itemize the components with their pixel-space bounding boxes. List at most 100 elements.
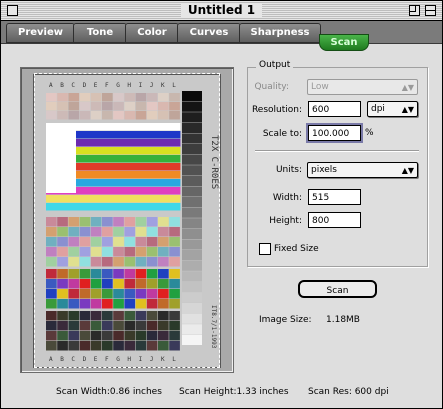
title-bar[interactable]: Untitled 1 xyxy=(1,1,442,21)
color-patch xyxy=(146,111,158,120)
color-patch xyxy=(146,279,158,289)
color-patch xyxy=(113,227,124,237)
color-patch xyxy=(135,111,147,120)
resolution-input[interactable]: 600 xyxy=(308,101,361,117)
color-patch xyxy=(113,111,124,120)
color-patch xyxy=(124,331,136,341)
color-patch xyxy=(135,311,147,321)
color-patch xyxy=(135,289,147,299)
color-patch xyxy=(124,341,136,351)
color-patch xyxy=(90,299,102,309)
divider xyxy=(255,150,419,151)
gray-step xyxy=(182,271,202,282)
edge-letter: L xyxy=(172,82,176,89)
color-patch xyxy=(102,299,113,309)
gray-step xyxy=(182,239,202,250)
units-select[interactable]: pixels ▲▼ xyxy=(307,162,418,178)
color-patch xyxy=(57,341,68,351)
color-patch xyxy=(57,93,68,102)
tab-preview[interactable]: Preview xyxy=(6,23,75,43)
color-patch xyxy=(46,102,57,111)
color-patch xyxy=(68,289,80,299)
edge-letter: H xyxy=(127,82,131,89)
color-patch xyxy=(124,299,136,309)
color-patch xyxy=(46,341,57,351)
color-patch xyxy=(90,289,102,299)
gray-step xyxy=(182,334,202,345)
edge-letter: B xyxy=(60,82,64,89)
edge-letter: G xyxy=(116,356,120,363)
color-patch xyxy=(146,93,158,102)
color-patch xyxy=(124,257,136,267)
gray-step xyxy=(182,197,202,208)
color-patch xyxy=(90,227,102,237)
color-patch xyxy=(68,311,80,321)
color-patch xyxy=(102,321,113,331)
color-patch xyxy=(68,111,80,120)
zoom-box-icon[interactable] xyxy=(409,5,420,16)
color-patch xyxy=(90,111,102,120)
fixed-size-checkbox[interactable] xyxy=(259,243,271,255)
color-patch xyxy=(113,279,124,289)
color-patch xyxy=(146,289,158,299)
tab-curves[interactable]: Curves xyxy=(177,23,241,43)
gray-step xyxy=(182,144,202,155)
fixed-size-label[interactable]: Fixed Size xyxy=(274,244,319,254)
color-patch xyxy=(102,227,113,237)
tab-sharpness[interactable]: Sharpness xyxy=(239,23,321,43)
color-patch xyxy=(90,341,102,351)
resolution-label: Resolution: xyxy=(251,105,302,115)
edge-letter: C xyxy=(71,82,75,89)
edge-letter: E xyxy=(94,356,98,363)
scale-input[interactable]: 100.000 xyxy=(306,123,363,143)
scan-button[interactable]: Scan xyxy=(298,280,377,298)
tab-color[interactable]: Color xyxy=(125,23,179,43)
gray-step xyxy=(182,292,202,303)
tab-scan[interactable]: Scan xyxy=(319,34,369,51)
edge-letter: L xyxy=(172,356,176,363)
height-input[interactable]: 800 xyxy=(308,212,361,228)
color-patch xyxy=(169,93,180,102)
color-patch xyxy=(102,257,113,267)
color-patch xyxy=(90,269,102,279)
width-input[interactable]: 515 xyxy=(308,189,361,205)
color-patch xyxy=(124,102,136,111)
edge-letter: K xyxy=(161,82,165,89)
color-patch xyxy=(90,257,102,267)
color-patch xyxy=(90,217,102,227)
color-patch xyxy=(57,247,68,257)
color-patch xyxy=(68,247,80,257)
color-patch xyxy=(169,102,180,111)
gray-step xyxy=(182,122,202,133)
color-patch xyxy=(158,257,169,267)
edge-letter: D xyxy=(83,82,87,89)
color-patch xyxy=(135,331,147,341)
color-patch xyxy=(90,93,102,102)
color-patch xyxy=(57,289,68,299)
color-patch xyxy=(57,227,68,237)
color-patch xyxy=(135,341,147,351)
color-patch xyxy=(46,321,57,331)
color-patch xyxy=(113,217,124,227)
color-patch xyxy=(79,341,91,351)
color-patch xyxy=(90,279,102,289)
gray-step xyxy=(182,112,202,123)
edge-letter: K xyxy=(161,356,165,363)
gray-step xyxy=(182,91,202,102)
gray-step xyxy=(182,175,202,186)
preview-area[interactable]: A B C D E F G H I J K L A B C D E F G H I J K L T2X C-R0ES IT8.7/… xyxy=(20,67,234,373)
color-patch xyxy=(135,247,147,257)
collapse-box-icon[interactable] xyxy=(425,5,436,16)
color-patch xyxy=(113,269,124,279)
tab-tone[interactable]: Tone xyxy=(73,23,127,43)
color-patch xyxy=(158,311,169,321)
gray-step xyxy=(182,154,202,165)
edge-letter: I xyxy=(139,356,143,363)
color-patch xyxy=(135,217,147,227)
color-patch xyxy=(135,227,147,237)
color-patch xyxy=(169,111,180,120)
color-patch xyxy=(79,93,91,102)
resolution-unit-select[interactable]: dpi ▲▼ xyxy=(367,101,418,117)
color-patch xyxy=(169,311,180,321)
color-patch xyxy=(68,269,80,279)
